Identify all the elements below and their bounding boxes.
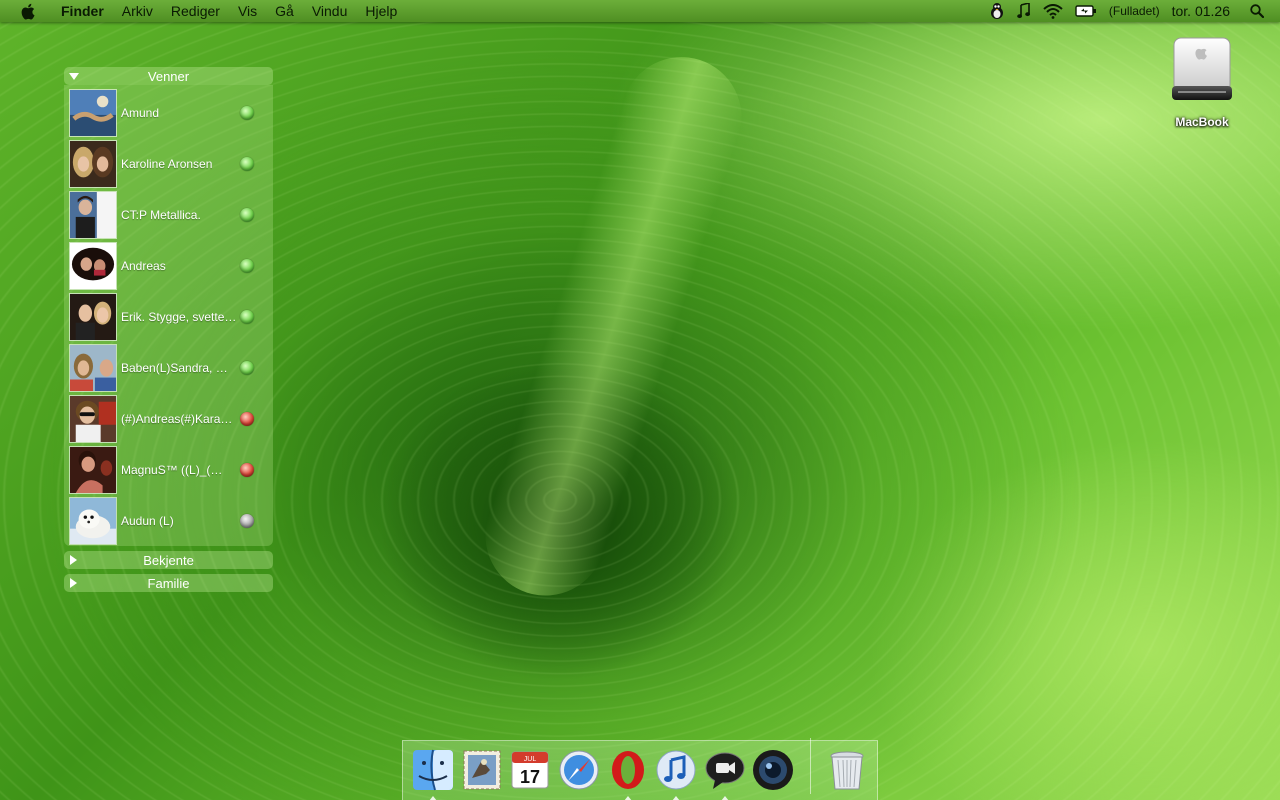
desktop-drive-macbook[interactable]: MacBook xyxy=(1162,34,1242,129)
buddy-row[interactable]: Erik. Stygge, svette… xyxy=(64,291,273,342)
dock-itunes[interactable] xyxy=(652,746,700,800)
menu-ga[interactable]: Gå xyxy=(266,0,303,22)
buddy-name: MagnuS™ ((L)_(… xyxy=(121,462,223,477)
status-available-icon xyxy=(240,156,254,171)
menu-extras: (Fulladet) tor. 01.26 xyxy=(983,0,1280,22)
buddy-name: Audun (L) xyxy=(121,513,174,528)
disclosure-triangle-down-icon[interactable] xyxy=(69,73,79,80)
status-available-icon xyxy=(240,105,254,120)
menu-vindu[interactable]: Vindu xyxy=(303,0,357,22)
buddy-row[interactable]: Baben(L)Sandra, … xyxy=(64,342,273,393)
running-indicator xyxy=(720,796,729,800)
status-available-icon xyxy=(240,360,254,375)
wallpaper-leaf-stem xyxy=(469,41,758,612)
buddy-row[interactable]: Audun (L) xyxy=(64,495,273,546)
avatar xyxy=(69,394,117,443)
mail-icon xyxy=(463,750,501,790)
ical-day: 17 xyxy=(520,767,540,787)
status-available-icon xyxy=(240,207,254,222)
status-idle-icon xyxy=(240,513,254,528)
menu-clock[interactable]: tor. 01.26 xyxy=(1172,3,1230,19)
menu-bar: Finder Arkiv Rediger Vis Gå Vindu Hjelp … xyxy=(0,0,1280,22)
apple-icon[interactable] xyxy=(14,3,40,20)
buddy-list-venner: Amund Karoline Aronsen CT:P Metallica. A… xyxy=(64,85,273,546)
group-header-familie[interactable]: Familie xyxy=(64,574,273,592)
avatar xyxy=(69,445,117,494)
avatar xyxy=(69,496,117,545)
dock-mail[interactable] xyxy=(458,746,506,794)
ichat-icon xyxy=(705,752,745,789)
battery-status-label[interactable]: (Fulladet) xyxy=(1109,4,1160,18)
group-header-bekjente[interactable]: Bekjente xyxy=(64,551,273,569)
dock-separator xyxy=(809,738,811,794)
status-away-icon xyxy=(240,411,254,426)
adium-duck-icon[interactable] xyxy=(989,2,1005,20)
buddy-name: (#)Andreas(#)Kara… xyxy=(121,411,233,426)
group-title: Familie xyxy=(147,575,190,591)
buddy-list-widget: Venner Amund Karoline Aronsen CT:P Metal… xyxy=(64,67,273,592)
dock-ichat[interactable] xyxy=(701,746,749,800)
buddy-row[interactable]: Karoline Aronsen xyxy=(64,138,273,189)
running-indicator xyxy=(429,796,438,800)
group-header-venner[interactable]: Venner xyxy=(64,67,273,85)
buddy-name: Amund xyxy=(121,105,160,120)
buddy-name: Karoline Aronsen xyxy=(121,156,213,171)
ical-month: JUL xyxy=(524,756,537,763)
avatar xyxy=(69,292,117,341)
buddy-row[interactable]: Amund xyxy=(64,87,273,138)
dock-ical[interactable]: JUL 17 xyxy=(507,746,555,794)
finder-icon xyxy=(413,749,454,791)
avatar xyxy=(69,139,117,188)
menu-vis[interactable]: Vis xyxy=(229,0,266,22)
buddy-row[interactable]: Andreas xyxy=(64,240,273,291)
dock-opera[interactable] xyxy=(604,746,652,800)
buddy-name: Andreas xyxy=(121,258,166,273)
photo-booth-icon xyxy=(753,750,794,790)
dock-finder[interactable] xyxy=(410,746,458,800)
trash-icon xyxy=(830,751,864,790)
menu-hjelp[interactable]: Hjelp xyxy=(356,0,406,22)
dock-photo-booth[interactable] xyxy=(749,746,797,794)
dock: JUL 17 xyxy=(402,738,878,800)
avatar xyxy=(69,88,117,137)
buddy-name: Erik. Stygge, svette… xyxy=(121,309,237,324)
running-indicator xyxy=(672,796,681,800)
battery-icon[interactable] xyxy=(1075,5,1097,17)
group-title: Venner xyxy=(147,68,190,84)
safari-icon xyxy=(559,750,599,790)
menu-app-finder[interactable]: Finder xyxy=(52,0,113,22)
status-available-icon xyxy=(240,258,254,273)
status-away-icon xyxy=(240,462,254,477)
menu-rediger[interactable]: Rediger xyxy=(162,0,229,22)
buddy-name: Baben(L)Sandra, … xyxy=(121,360,228,375)
music-note-icon[interactable] xyxy=(1017,3,1031,19)
wifi-icon[interactable] xyxy=(1043,3,1063,19)
buddy-row[interactable]: (#)Andreas(#)Kara… xyxy=(64,393,273,444)
running-indicator xyxy=(623,796,632,800)
menu-arkiv[interactable]: Arkiv xyxy=(113,0,162,22)
opera-icon xyxy=(611,751,644,789)
dock-safari[interactable] xyxy=(555,746,603,794)
spotlight-search-icon[interactable] xyxy=(1250,4,1264,18)
avatar xyxy=(69,190,117,239)
avatar xyxy=(69,343,117,392)
buddy-row[interactable]: CT:P Metallica. xyxy=(64,189,273,240)
buddy-name: CT:P Metallica. xyxy=(121,207,201,222)
disclosure-triangle-right-icon[interactable] xyxy=(70,555,77,565)
disclosure-triangle-right-icon[interactable] xyxy=(70,578,77,588)
buddy-row[interactable]: MagnuS™ ((L)_(… xyxy=(64,444,273,495)
group-title: Bekjente xyxy=(143,552,194,568)
hard-drive-icon xyxy=(1172,37,1232,100)
ical-icon: JUL 17 xyxy=(511,751,549,789)
dock-trash[interactable] xyxy=(823,746,871,794)
status-available-icon xyxy=(240,309,254,324)
itunes-icon xyxy=(656,750,696,790)
avatar xyxy=(69,241,117,290)
drive-label: MacBook xyxy=(1175,115,1229,129)
